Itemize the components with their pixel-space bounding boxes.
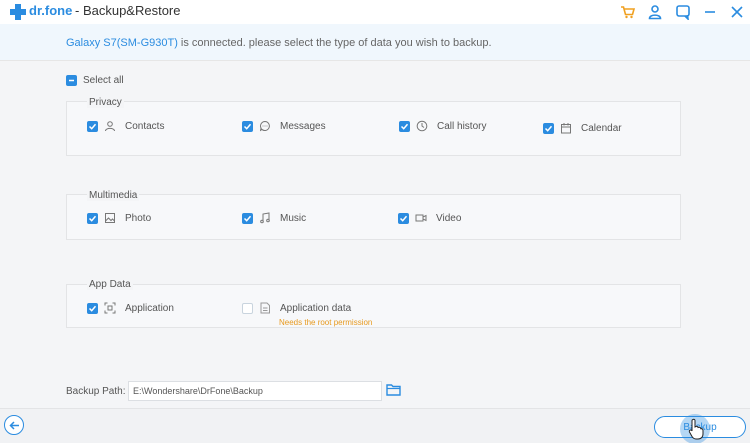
user-icon[interactable]: [647, 4, 663, 20]
privacy-item-calendar[interactable]: Calendar: [543, 122, 622, 134]
feedback-icon[interactable]: [675, 4, 691, 20]
item-label: Contacts: [125, 120, 165, 132]
music-icon: [260, 212, 270, 224]
check-icon: [243, 215, 252, 222]
select-all-label: Select all: [83, 75, 124, 86]
hand-cursor-icon: [688, 418, 704, 440]
item-label: Video: [436, 212, 462, 224]
footer-bar: [0, 408, 750, 443]
photo-icon: [105, 213, 115, 223]
item-label: Messages: [280, 120, 326, 132]
folder-icon[interactable]: [386, 383, 401, 396]
minus-icon: [69, 79, 74, 82]
app-data-icon: [260, 302, 270, 314]
check-icon: [399, 215, 408, 222]
checkbox[interactable]: [242, 120, 253, 132]
privacy-item-contacts[interactable]: Contacts: [87, 120, 164, 132]
minimize-icon[interactable]: [702, 4, 718, 20]
checkbox[interactable]: [399, 120, 410, 132]
connection-message: Galaxy S7(SM-G930T) is connected. please…: [66, 37, 492, 49]
video-icon: [415, 214, 427, 222]
item-label: Calendar: [581, 122, 622, 134]
item-label: Music: [280, 212, 307, 224]
app-icon: [104, 302, 116, 314]
arrow-left-icon: [8, 420, 19, 430]
title-bar: dr.fone - Backup&Restore: [0, 0, 750, 24]
checkbox[interactable]: [398, 212, 409, 224]
backup-path-input[interactable]: [128, 381, 382, 401]
item-label: Application data: [280, 302, 352, 314]
privacy-group-title: Privacy: [87, 97, 124, 108]
check-icon: [88, 305, 97, 312]
item-label: Call history: [437, 120, 487, 132]
item-label: Application: [125, 302, 174, 314]
cart-icon[interactable]: [620, 4, 636, 20]
app-data-group-title: App Data: [87, 279, 133, 290]
select-all-checkbox[interactable]: Select all: [66, 75, 124, 86]
check-icon: [243, 123, 252, 130]
multimedia-item-photo[interactable]: Photo: [87, 212, 151, 224]
checkbox[interactable]: [242, 302, 253, 314]
multimedia-group-title: Multimedia: [87, 190, 140, 201]
device-name: Galaxy S7(SM-G930T): [66, 37, 178, 49]
check-icon: [544, 125, 553, 132]
checkbox[interactable]: [543, 122, 554, 134]
back-button[interactable]: [4, 415, 24, 435]
select-all-box[interactable]: [66, 75, 77, 86]
check-icon: [88, 215, 97, 222]
message-icon: [260, 120, 270, 132]
checkbox[interactable]: [87, 120, 98, 132]
connection-status-text: is connected. please select the type of …: [177, 37, 492, 49]
multimedia-item-video[interactable]: Video: [398, 212, 461, 224]
clock-icon: [416, 120, 428, 132]
brand-name: dr.fone: [29, 3, 73, 18]
connection-banner: Galaxy S7(SM-G930T) is connected. please…: [0, 24, 750, 61]
item-label: Photo: [125, 212, 152, 224]
privacy-item-messages[interactable]: Messages: [242, 120, 326, 132]
close-icon[interactable]: [729, 4, 745, 20]
multimedia-item-music[interactable]: Music: [242, 212, 306, 224]
calendar-icon: [561, 123, 571, 134]
drfone-logo-icon: [10, 4, 26, 20]
multimedia-group: [66, 194, 681, 240]
checkbox[interactable]: [242, 212, 253, 224]
contact-icon: [105, 121, 115, 132]
checkbox[interactable]: [87, 302, 98, 314]
check-icon: [88, 123, 97, 130]
root-permission-note: Needs the root permission: [279, 318, 373, 327]
privacy-item-call-history[interactable]: Call history: [399, 120, 486, 132]
check-icon: [400, 123, 409, 130]
app-data-item-application-data[interactable]: Application data: [242, 302, 351, 314]
window-title: - Backup&Restore: [75, 3, 181, 18]
backup-path-label: Backup Path:: [66, 386, 126, 397]
checkbox[interactable]: [87, 212, 98, 224]
app-data-item-application[interactable]: Application: [87, 302, 174, 314]
